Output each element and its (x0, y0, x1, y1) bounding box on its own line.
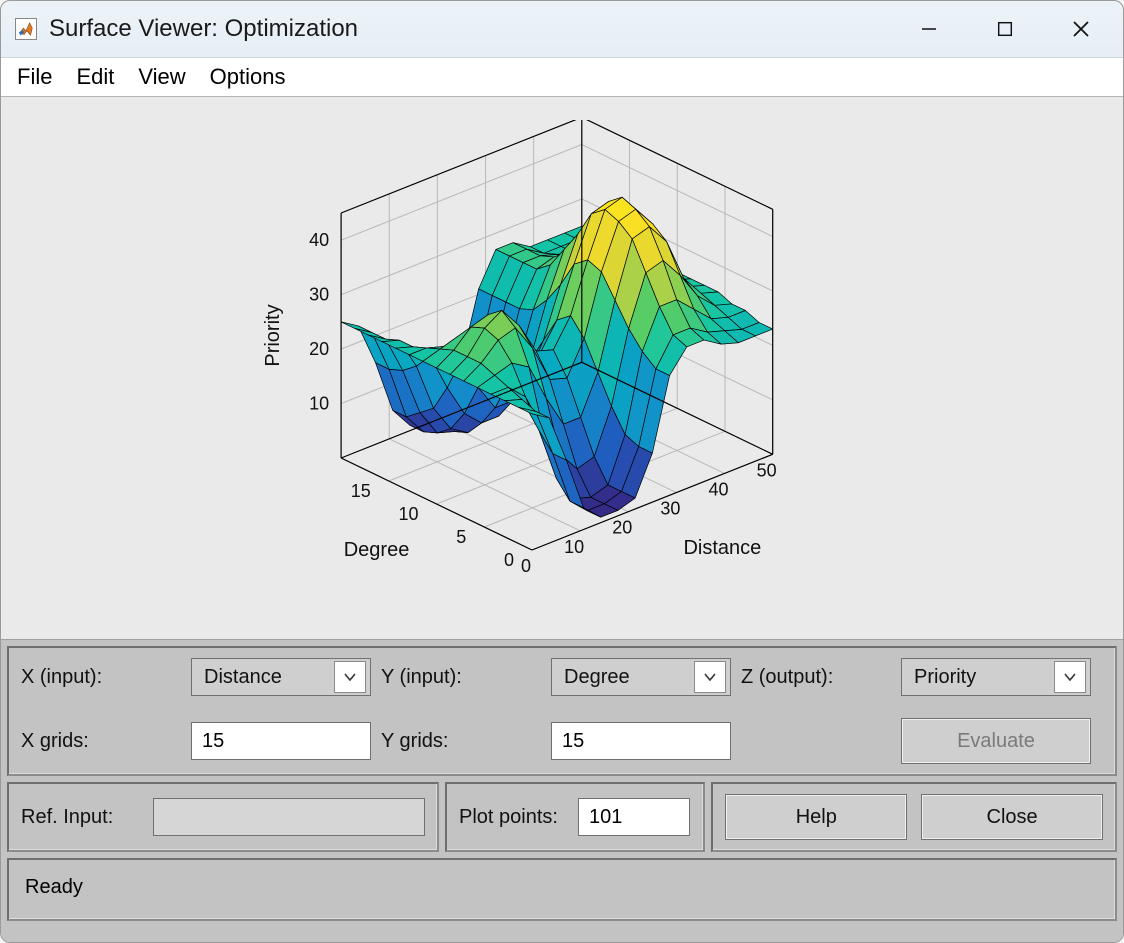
svg-text:0: 0 (504, 550, 514, 570)
status-text: Ready (21, 870, 1103, 909)
maximize-button[interactable] (981, 5, 1029, 53)
window: Surface Viewer: Optimization File Edit V… (0, 0, 1124, 943)
z-output-value: Priority (914, 666, 976, 689)
window-title: Surface Viewer: Optimization (47, 15, 905, 43)
menu-view[interactable]: View (130, 62, 193, 92)
svg-text:40: 40 (709, 479, 729, 499)
y-input-value: Degree (564, 666, 630, 689)
titlebar: Surface Viewer: Optimization (1, 1, 1123, 57)
menubar: File Edit View Options (1, 57, 1123, 97)
svg-text:20: 20 (309, 339, 329, 359)
close-button-panel[interactable]: Close (921, 794, 1103, 840)
x-input-value: Distance (204, 666, 282, 689)
control-panels: X (input): Distance Y (input): Degree Z … (1, 640, 1123, 942)
svg-text:Distance: Distance (683, 537, 761, 559)
window-controls (905, 5, 1105, 53)
svg-text:30: 30 (309, 285, 329, 305)
evaluate-button[interactable]: Evaluate (901, 718, 1091, 764)
plot-points-panel: Plot points: 101 (445, 782, 705, 852)
y-grids-input[interactable]: 15 (551, 722, 731, 760)
svg-text:Degree: Degree (344, 539, 410, 561)
z-output-label: Z (output): (741, 666, 891, 689)
svg-text:30: 30 (660, 499, 680, 519)
help-close-panel: Help Close (711, 782, 1117, 852)
x-grids-input[interactable]: 15 (191, 722, 371, 760)
close-button[interactable] (1057, 5, 1105, 53)
chevron-down-icon (694, 661, 726, 693)
axis-panel: X (input): Distance Y (input): Degree Z … (7, 646, 1117, 776)
svg-text:20: 20 (612, 518, 632, 538)
menu-file[interactable]: File (9, 62, 60, 92)
menu-edit[interactable]: Edit (68, 62, 122, 92)
svg-text:10: 10 (399, 504, 419, 524)
chevron-down-icon (1054, 661, 1086, 693)
minimize-button[interactable] (905, 5, 953, 53)
svg-text:5: 5 (456, 527, 466, 547)
menu-options[interactable]: Options (202, 62, 294, 92)
plot-points-label: Plot points: (459, 806, 558, 829)
svg-text:40: 40 (309, 230, 329, 250)
svg-text:0: 0 (521, 556, 531, 576)
ref-input-field[interactable] (153, 798, 425, 836)
x-input-select[interactable]: Distance (191, 658, 371, 696)
surface-plot[interactable]: 0 10 20 30 40 50 0 5 10 15 10 20 30 40 Distance Degree P… (1, 97, 1123, 640)
svg-text:10: 10 (309, 394, 329, 414)
y-input-select[interactable]: Degree (551, 658, 731, 696)
matlab-icon (15, 18, 37, 40)
svg-text:Priority: Priority (262, 304, 284, 366)
help-button[interactable]: Help (725, 794, 907, 840)
y-input-label: Y (input): (381, 666, 541, 689)
status-panel: Ready (7, 858, 1117, 921)
svg-text:15: 15 (351, 481, 371, 501)
x-input-label: X (input): (21, 666, 181, 689)
svg-text:50: 50 (757, 460, 777, 480)
svg-text:10: 10 (564, 537, 584, 557)
ref-input-label: Ref. Input: (21, 806, 141, 829)
plot-points-input[interactable]: 101 (578, 798, 690, 836)
y-grids-label: Y grids: (381, 730, 541, 753)
ref-input-panel: Ref. Input: (7, 782, 439, 852)
z-output-select[interactable]: Priority (901, 658, 1091, 696)
chevron-down-icon (334, 661, 366, 693)
x-grids-label: X grids: (21, 730, 181, 753)
